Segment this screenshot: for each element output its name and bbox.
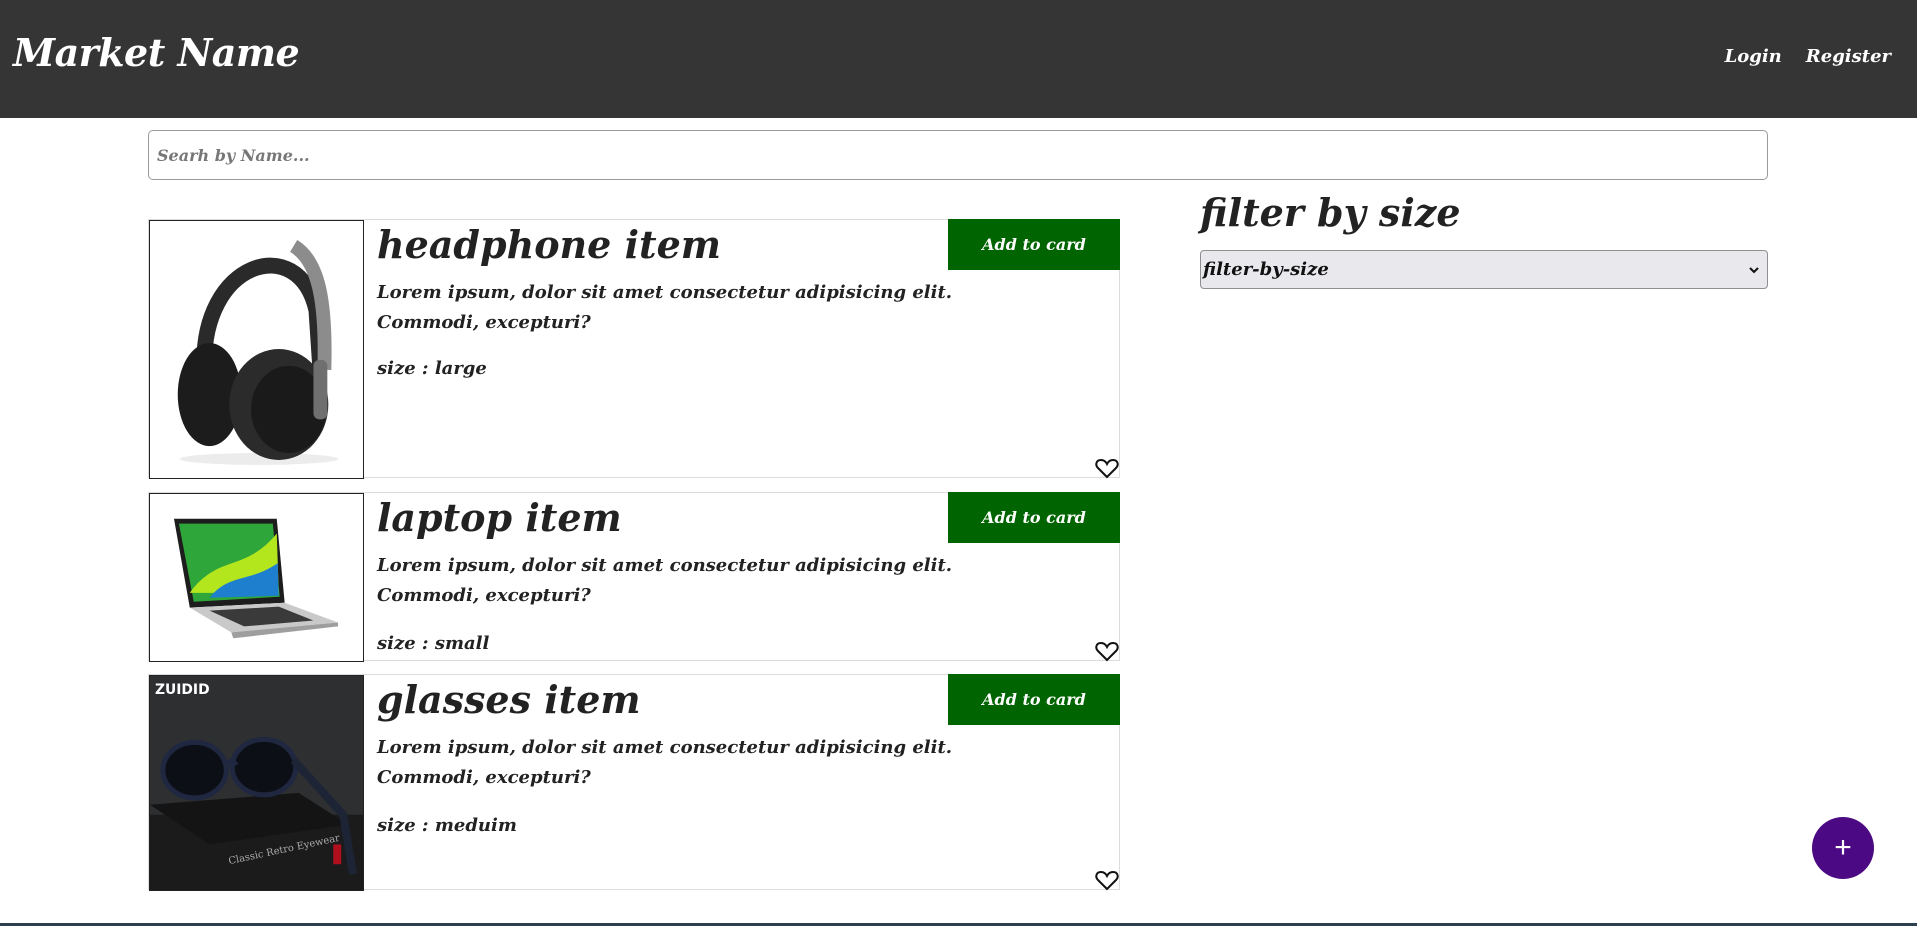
heart-icon[interactable] [1095, 457, 1119, 479]
heart-icon[interactable] [1095, 640, 1119, 662]
add-to-card-button[interactable]: Add to card [948, 492, 1120, 543]
login-link[interactable]: Login [1725, 46, 1782, 67]
add-product-button[interactable]: + [1812, 817, 1874, 879]
product-image [149, 220, 364, 479]
add-to-card-button[interactable]: Add to card [948, 674, 1120, 725]
brand-title[interactable]: Market Name [13, 30, 300, 75]
product-description: Lorem ipsum, dolor sit amet consectetur … [377, 282, 953, 333]
product-size: size : meduim [377, 815, 517, 836]
search-input[interactable] [148, 130, 1768, 180]
add-to-card-button[interactable]: Add to card [948, 219, 1120, 270]
product-card: laptop item Lorem ipsum, dolor sit amet … [148, 492, 1120, 662]
product-title: headphone item [377, 222, 721, 267]
sunglasses-image: Classic Retro Eyewear ZUIDID [150, 676, 363, 890]
filter-selected-value: filter-by-size [1203, 259, 1329, 280]
nav-links: Login Register [1725, 46, 1891, 67]
product-card: headphone item Lorem ipsum, dolor sit am… [148, 219, 1120, 479]
heart-icon[interactable] [1095, 869, 1119, 891]
navbar: Market Name Login Register [0, 0, 1917, 118]
product-card: Classic Retro Eyewear ZUIDID glasses ite… [148, 674, 1120, 891]
brand-watermark: ZUIDID [155, 682, 210, 698]
headphones-image [150, 221, 363, 478]
product-size: size : large [377, 358, 487, 379]
product-size: size : small [377, 633, 490, 654]
product-description: Lorem ipsum, dolor sit amet consectetur … [377, 737, 953, 788]
register-link[interactable]: Register [1806, 46, 1891, 67]
size-filter-select[interactable]: filter-by-size [1200, 250, 1768, 289]
product-title: glasses item [377, 677, 641, 722]
product-title: laptop item [377, 495, 622, 540]
filter-title: filter by size [1200, 190, 1461, 235]
laptop-image [150, 494, 363, 661]
product-image [149, 493, 364, 662]
product-description: Lorem ipsum, dolor sit amet consectetur … [377, 555, 953, 606]
chevron-down-icon [1749, 267, 1759, 274]
product-image: Classic Retro Eyewear ZUIDID [149, 675, 364, 891]
